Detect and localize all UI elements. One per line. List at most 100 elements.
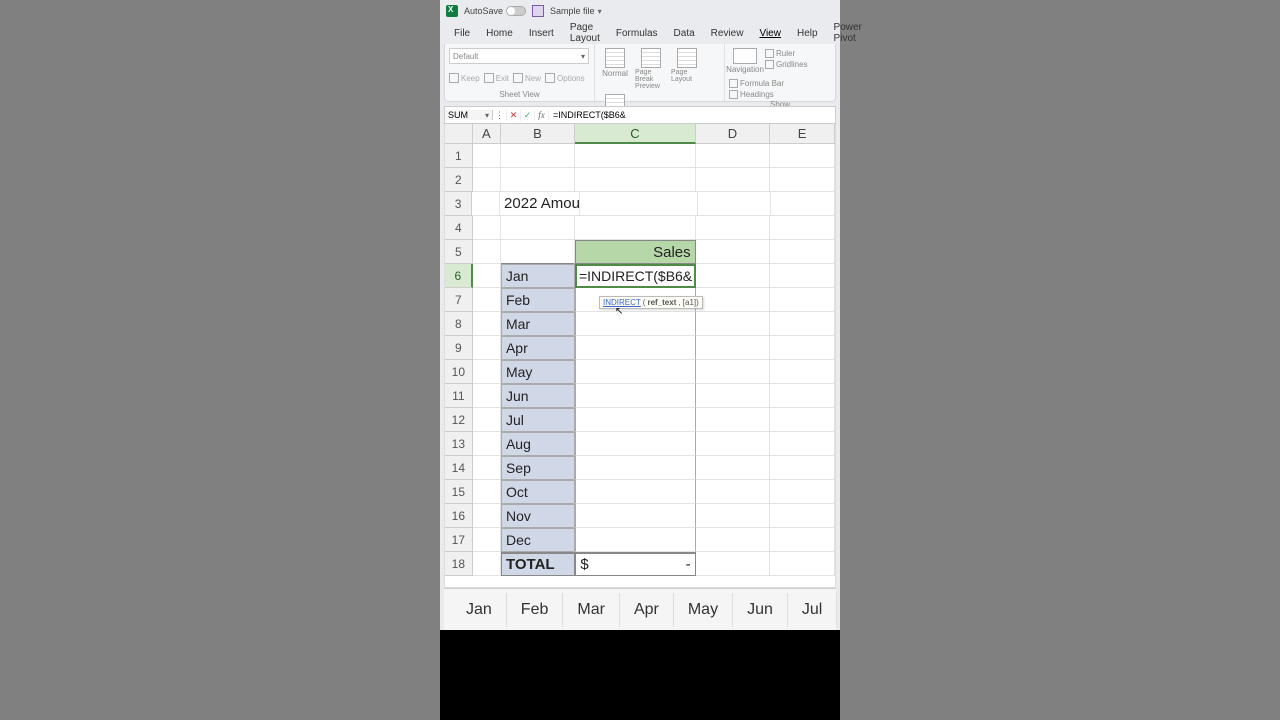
row-header[interactable]: 14	[445, 456, 473, 480]
page-break-button[interactable]: Page Break Preview	[635, 48, 667, 90]
cell-A18[interactable]	[473, 552, 501, 576]
cell-C2[interactable]	[575, 168, 695, 192]
row-header[interactable]: 3	[445, 192, 472, 216]
row-header[interactable]: 9	[445, 336, 473, 360]
cell-C9[interactable]	[575, 336, 695, 360]
cell-B10[interactable]: May	[501, 360, 575, 384]
cell-C14[interactable]	[575, 456, 695, 480]
row-header[interactable]: 12	[445, 408, 473, 432]
col-header-e[interactable]: E	[770, 124, 835, 144]
cell-C4[interactable]	[575, 216, 695, 240]
cell-A2[interactable]	[473, 168, 501, 192]
row-header[interactable]: 15	[445, 480, 473, 504]
cell-C6[interactable]: =INDIRECT($B6&	[575, 264, 696, 288]
cell-B17[interactable]: Dec	[501, 528, 575, 552]
sheet-tab-apr[interactable]: Apr	[620, 593, 674, 627]
cell-C10[interactable]	[575, 360, 695, 384]
cell-B16[interactable]: Nov	[501, 504, 575, 528]
save-icon[interactable]	[532, 5, 544, 17]
col-header-b[interactable]: B	[501, 124, 575, 144]
row-header[interactable]: 5	[445, 240, 473, 264]
cell-A6[interactable]	[473, 264, 501, 288]
cell-C18[interactable]: $-	[575, 552, 695, 576]
cell-A9[interactable]	[473, 336, 501, 360]
row-header[interactable]: 17	[445, 528, 473, 552]
spreadsheet-grid[interactable]: A B C D E 1232022 Amounts45Sales6Jan=IND…	[444, 124, 836, 588]
headings-checkbox[interactable]: Headings	[729, 90, 784, 99]
cell-A13[interactable]	[473, 432, 501, 456]
formula-input[interactable]: =INDIRECT($B6&	[549, 110, 835, 120]
cell-B1[interactable]	[501, 144, 575, 168]
sheet-tab-feb[interactable]: Feb	[507, 593, 564, 627]
cell-D14[interactable]	[696, 456, 770, 480]
cell-B12[interactable]: Jul	[501, 408, 575, 432]
row-header[interactable]: 13	[445, 432, 473, 456]
cell-B3[interactable]: 2022 Amounts	[500, 192, 580, 216]
cell-E10[interactable]	[770, 360, 835, 384]
cell-A17[interactable]	[473, 528, 501, 552]
cell-A8[interactable]	[473, 312, 501, 336]
cell-C17[interactable]	[575, 528, 695, 552]
cell-E5[interactable]	[770, 240, 835, 264]
cell-E9[interactable]	[770, 336, 835, 360]
sheet-tab-jun[interactable]: Jun	[733, 593, 788, 627]
cell-D17[interactable]	[696, 528, 770, 552]
cell-E13[interactable]	[770, 432, 835, 456]
cell-E4[interactable]	[770, 216, 835, 240]
cell-E18[interactable]	[770, 552, 835, 576]
autosave-switch[interactable]	[506, 6, 526, 16]
enter-button[interactable]: ✓	[521, 110, 535, 121]
menu-view[interactable]: View	[751, 25, 789, 42]
cell-B18[interactable]: TOTAL	[501, 552, 575, 576]
row-header[interactable]: 18	[445, 552, 473, 576]
cell-B15[interactable]: Oct	[501, 480, 575, 504]
formula-bar-checkbox[interactable]: Formula Bar	[729, 79, 784, 88]
cell-A11[interactable]	[473, 384, 501, 408]
cell-E1[interactable]	[770, 144, 835, 168]
cell-D3[interactable]	[698, 192, 771, 216]
row-header[interactable]: 16	[445, 504, 473, 528]
cell-D11[interactable]	[696, 384, 770, 408]
cell-D1[interactable]	[696, 144, 770, 168]
menu-help[interactable]: Help	[789, 25, 826, 42]
cancel-button[interactable]: ✕	[507, 110, 521, 121]
cell-D18[interactable]	[696, 552, 770, 576]
ruler-checkbox[interactable]: Ruler	[765, 49, 808, 58]
cell-E15[interactable]	[770, 480, 835, 504]
menu-review[interactable]: Review	[703, 25, 752, 42]
cell-E8[interactable]	[770, 312, 835, 336]
menu-data[interactable]: Data	[666, 25, 703, 42]
cell-C12[interactable]	[575, 408, 695, 432]
cell-D8[interactable]	[696, 312, 770, 336]
col-header-a[interactable]: A	[473, 124, 501, 144]
cell-C16[interactable]	[575, 504, 695, 528]
cell-B13[interactable]: Aug	[501, 432, 575, 456]
menu-home[interactable]: Home	[478, 25, 521, 42]
row-header[interactable]: 6	[445, 264, 473, 288]
col-header-d[interactable]: D	[696, 124, 770, 144]
row-header[interactable]: 7	[445, 288, 473, 312]
new-button[interactable]: New	[513, 66, 541, 90]
cell-B14[interactable]: Sep	[501, 456, 575, 480]
cell-E3[interactable]	[771, 192, 835, 216]
sheet-tab-mar[interactable]: Mar	[563, 593, 620, 627]
cell-A16[interactable]	[473, 504, 501, 528]
sheet-tab-jul[interactable]: Jul	[788, 593, 837, 627]
menu-file[interactable]: File	[446, 25, 478, 42]
cell-E12[interactable]	[770, 408, 835, 432]
sheet-tab-jan[interactable]: Jan	[452, 593, 507, 627]
normal-view-button[interactable]: Normal	[599, 48, 631, 90]
cell-D13[interactable]	[696, 432, 770, 456]
cell-C13[interactable]	[575, 432, 695, 456]
cell-A14[interactable]	[473, 456, 501, 480]
cell-E7[interactable]	[770, 288, 835, 312]
sheet-view-dropdown[interactable]: Default ▾	[449, 48, 589, 64]
cell-B7[interactable]: Feb	[501, 288, 575, 312]
cell-C5[interactable]: Sales	[575, 240, 695, 264]
cell-A1[interactable]	[473, 144, 501, 168]
cell-C8[interactable]	[575, 312, 695, 336]
cell-D15[interactable]	[696, 480, 770, 504]
row-header[interactable]: 10	[445, 360, 473, 384]
row-header[interactable]: 2	[445, 168, 473, 192]
cell-B5[interactable]	[501, 240, 575, 264]
